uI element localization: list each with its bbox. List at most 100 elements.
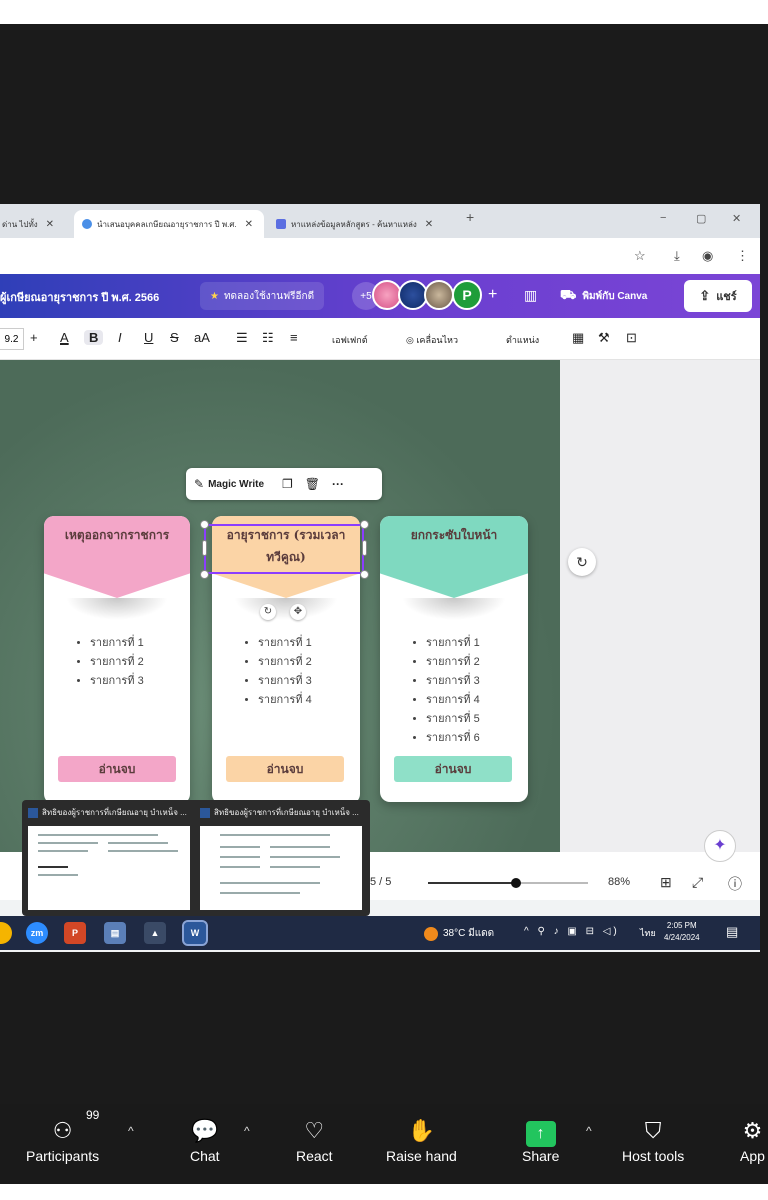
letter-case-button[interactable]: aA xyxy=(194,330,210,345)
position-button[interactable]: ตำแหน่ง xyxy=(506,333,539,347)
list-item[interactable]: รายการที่ 3 xyxy=(258,672,312,691)
zoom-slider-knob[interactable] xyxy=(511,878,521,888)
bold-button[interactable]: B xyxy=(84,330,104,345)
chat-button[interactable]: 💬 Chat xyxy=(190,1114,220,1164)
effects-button[interactable]: เอฟเฟกต์ xyxy=(332,333,368,347)
minimize-icon[interactable]: − xyxy=(660,212,666,224)
list-item[interactable]: รายการที่ 3 xyxy=(426,672,480,691)
chrome-app-icon[interactable] xyxy=(0,922,12,944)
notifications-icon[interactable]: ▤ xyxy=(726,924,738,940)
close-tab-icon[interactable]: ✕ xyxy=(245,219,253,230)
zoom-value[interactable]: 88% xyxy=(608,876,630,888)
browser-tab-2[interactable]: นำเสนอบุคคลเกษียณอายุราชการ ปี พ.ศ. ✕ xyxy=(74,210,264,238)
new-tab-button[interactable]: + xyxy=(466,209,474,225)
powerpoint-app-icon[interactable]: P xyxy=(64,922,86,944)
animate-button[interactable]: ◎ เคลื่อนไหว xyxy=(406,333,458,347)
help-icon[interactable]: ⓘ xyxy=(728,874,742,894)
zoom-slider[interactable] xyxy=(428,878,588,888)
close-tab-icon[interactable]: ✕ xyxy=(46,219,54,230)
list-item[interactable]: รายการที่ 1 xyxy=(90,634,144,653)
free-trial-button[interactable]: ★ ทดลองใช้งานฟรีอีกดี xyxy=(200,282,325,310)
duplicate-icon[interactable]: ❐ xyxy=(282,477,293,491)
word-app-icon[interactable]: W xyxy=(182,920,208,946)
magic-write-button[interactable]: Magic Write xyxy=(208,479,264,490)
list-item[interactable]: รายการที่ 2 xyxy=(258,653,312,672)
browser-tab-1[interactable]: ด่าน ไปทั้ง ✕ xyxy=(0,210,70,238)
browser-tab-3[interactable]: หาแหล่งข้อมูลหลักสูตร - ค้นหาแหล่ง ✕ xyxy=(268,210,454,238)
host-tools-button[interactable]: ⛉ Host tools xyxy=(622,1114,684,1164)
close-tab-icon[interactable]: ✕ xyxy=(425,219,433,230)
photos-app-icon[interactable]: ▲ xyxy=(144,922,166,944)
profile-icon[interactable]: ◉ xyxy=(702,248,713,264)
list-item[interactable]: รายการที่ 2 xyxy=(426,653,480,672)
text-color-icon[interactable]: A xyxy=(60,330,69,345)
avatar[interactable] xyxy=(424,280,454,310)
download-icon[interactable]: ⤓ xyxy=(674,248,680,264)
resize-handle[interactable] xyxy=(200,520,209,529)
lock-icon[interactable]: ⊡ xyxy=(626,330,637,346)
selection-box[interactable] xyxy=(204,524,364,574)
share-button[interactable]: ⇪ แชร์ xyxy=(684,280,752,312)
react-button[interactable]: ♡ React xyxy=(296,1114,333,1164)
document-title[interactable]: ผู้เกษียณอายุราชการ ปี พ.ศ. 2566 xyxy=(0,288,159,306)
resize-handle[interactable] xyxy=(200,570,209,579)
participants-caret-icon[interactable]: ^ xyxy=(128,1124,134,1138)
card-retirement-reason[interactable]: เหตุออกจากราชการ รายการที่ 1 รายการที่ 2… xyxy=(44,516,190,804)
card-face-lift[interactable]: ยกกระซับใบหน้า รายการที่ 1 รายการที่ 2 ร… xyxy=(380,516,528,802)
rotate-icon[interactable]: ↻ xyxy=(260,604,276,620)
apps-button[interactable]: ⚙ App xyxy=(740,1114,765,1164)
input-language[interactable]: ไทย xyxy=(640,926,656,940)
grid-view-icon[interactable]: ⊞ xyxy=(660,874,672,891)
fullscreen-icon[interactable]: ⤢ xyxy=(692,874,703,891)
transparency-icon[interactable]: ▦ xyxy=(572,330,584,346)
page-counter[interactable]: 5 / 5 xyxy=(370,876,391,888)
card-title[interactable]: ยกกระซับใบหน้า xyxy=(380,524,528,546)
resize-handle[interactable] xyxy=(362,540,367,556)
window-preview[interactable]: สิทธิของผู้ราชการที่เกษียณอายุ บำเหน็จ .… xyxy=(28,806,194,910)
resize-handle[interactable] xyxy=(360,570,369,579)
spacing-icon[interactable]: ≡ xyxy=(290,330,298,345)
paint-format-icon[interactable]: ⚒ xyxy=(598,330,610,346)
close-window-icon[interactable]: ✕ xyxy=(732,212,741,225)
underline-button[interactable]: U xyxy=(144,330,153,345)
italic-button[interactable]: I xyxy=(118,330,122,345)
strikethrough-button[interactable]: S xyxy=(170,330,179,345)
resize-handle[interactable] xyxy=(360,520,369,529)
trash-icon[interactable]: 🗑 xyxy=(305,477,320,491)
list-item[interactable]: รายการที่ 1 xyxy=(258,634,312,653)
files-app-icon[interactable]: ▤ xyxy=(104,922,126,944)
bookmark-star-icon[interactable]: ☆ xyxy=(634,248,646,264)
list-item[interactable]: รายการที่ 4 xyxy=(258,691,312,710)
share-screen-button[interactable]: ↑ Share xyxy=(522,1114,559,1164)
list-item[interactable]: รายการที่ 4 xyxy=(426,691,480,710)
read-more-button[interactable]: อ่านจบ xyxy=(394,756,512,782)
avatar[interactable]: P xyxy=(452,280,482,310)
weather-widget[interactable]: 38°C มีแดด xyxy=(424,926,494,941)
maximize-icon[interactable]: ▢ xyxy=(696,212,706,225)
raise-hand-button[interactable]: ✋ Raise hand xyxy=(386,1114,457,1164)
card-title[interactable]: เหตุออกจากราชการ xyxy=(44,524,190,546)
list-item[interactable]: รายการที่ 1 xyxy=(426,634,480,653)
more-menu-icon[interactable]: ⋮ xyxy=(736,248,749,264)
resize-handle[interactable] xyxy=(202,540,207,556)
window-preview[interactable]: สิทธิของผู้ราชการที่เกษียณอายุ บำเหน็จ .… xyxy=(200,806,366,910)
list-item[interactable]: รายการที่ 2 xyxy=(90,653,144,672)
list-item[interactable]: รายการที่ 3 xyxy=(90,672,144,691)
read-more-button[interactable]: อ่านจบ xyxy=(58,756,176,782)
refresh-page-icon[interactable]: ↻ xyxy=(568,548,596,576)
share-caret-icon[interactable]: ^ xyxy=(586,1124,592,1138)
zoom-app-icon[interactable]: zm xyxy=(26,922,48,944)
font-size-increase-button[interactable]: + xyxy=(30,330,38,345)
design-canvas[interactable]: ✎ Magic Write ❐ 🗑 ··· เหตุออกจากราชการ ร… xyxy=(0,360,560,852)
print-with-canva-button[interactable]: ⛟ พิมพ์กับ Canva xyxy=(560,282,647,310)
move-icon[interactable]: ✥ xyxy=(290,604,306,620)
taskbar-clock[interactable]: 2:05 PM 4/24/2024 xyxy=(664,920,700,944)
list-item[interactable]: รายการที่ 6 xyxy=(426,729,480,748)
font-size-input[interactable]: 9.2 xyxy=(0,328,24,350)
read-more-button[interactable]: อ่านจบ xyxy=(226,756,344,782)
add-collaborator-icon[interactable]: + xyxy=(488,286,497,304)
chat-caret-icon[interactable]: ^ xyxy=(244,1124,250,1138)
list-icon[interactable]: ☷ xyxy=(262,330,274,346)
list-item[interactable]: รายการที่ 5 xyxy=(426,710,480,729)
insights-chart-icon[interactable]: ▥ xyxy=(524,287,537,304)
